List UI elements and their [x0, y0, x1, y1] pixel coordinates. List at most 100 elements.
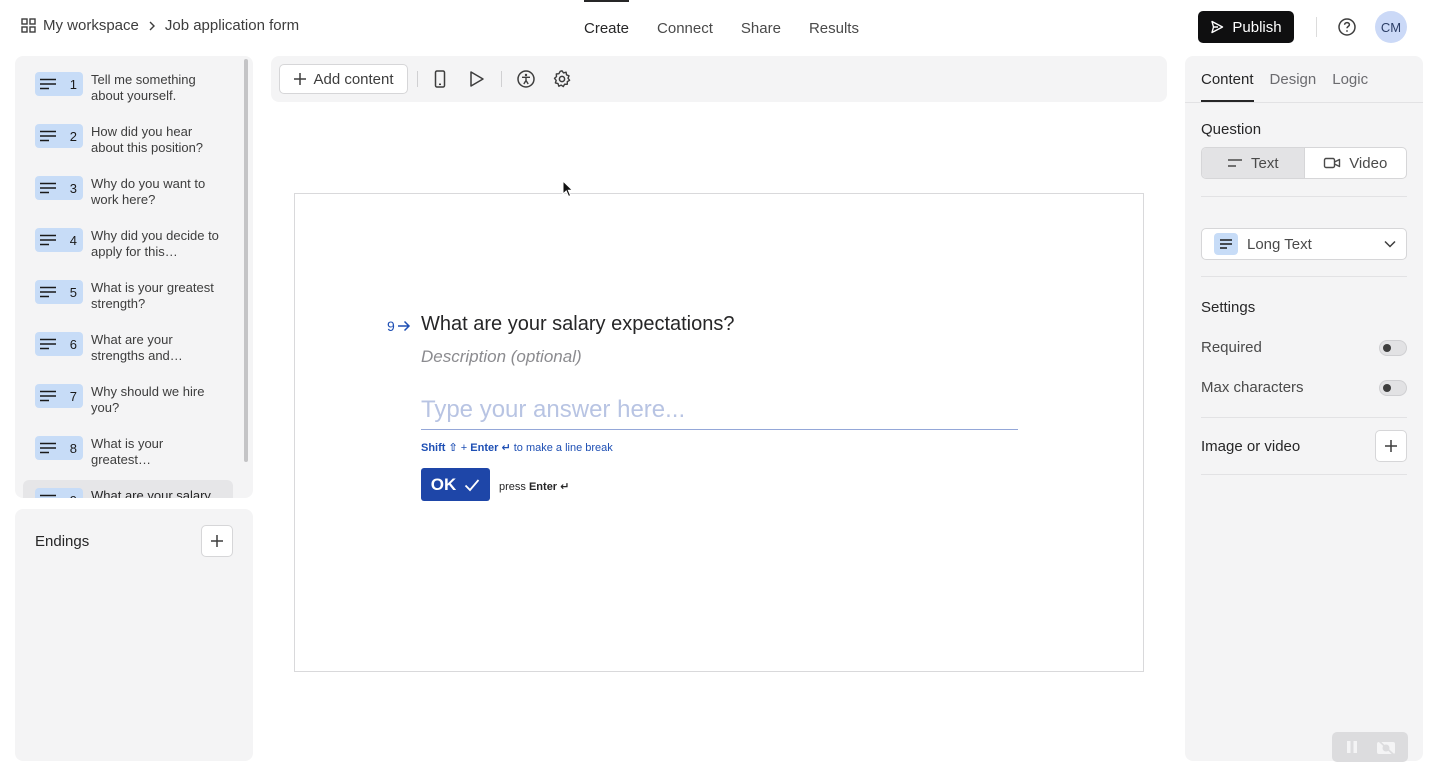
question-number: 7: [69, 388, 77, 404]
question-item-2[interactable]: 2 How did you hear about this position?: [23, 110, 233, 162]
text-lines-icon: [1227, 158, 1243, 168]
breadcrumb-workspace-link[interactable]: My workspace: [43, 17, 139, 34]
question-badge: 1: [35, 72, 83, 96]
preview-number-text: 9: [387, 318, 395, 334]
long-text-icon: [1214, 233, 1238, 255]
tab-design[interactable]: Design: [1270, 56, 1317, 102]
divider: [1201, 474, 1407, 475]
grid-icon[interactable]: [21, 18, 36, 33]
long-text-icon: [39, 286, 57, 298]
preview-answer-field[interactable]: Type your answer here...: [421, 392, 1018, 430]
question-item-7[interactable]: 7 Why should we hire you?: [23, 370, 233, 422]
help-icon[interactable]: [1337, 17, 1357, 37]
long-text-icon: [39, 78, 57, 90]
question-item-1[interactable]: 1 Tell me something about yourself.: [23, 58, 233, 110]
toolbar-divider: [501, 71, 502, 87]
question-mode-toggle: Text Video: [1201, 147, 1407, 179]
questions-scrollbar[interactable]: [244, 59, 248, 462]
long-text-icon: [39, 338, 57, 350]
question-item-5[interactable]: 5 What is your greatest strength?: [23, 266, 233, 318]
divider: [1185, 102, 1423, 103]
tab-logic[interactable]: Logic: [1332, 56, 1368, 102]
add-content-button[interactable]: Add content: [279, 64, 408, 94]
questions-panel: 1 Tell me something about yourself. 2 Ho…: [15, 56, 253, 498]
question-badge: 3: [35, 176, 83, 200]
question-number: 4: [69, 232, 77, 248]
question-section-label: Question: [1201, 121, 1262, 138]
press-prefix: press: [499, 481, 529, 493]
question-badge: 6: [35, 332, 83, 356]
divider: [1201, 417, 1407, 418]
question-badge: 2: [35, 124, 83, 148]
chevron-right-icon: [148, 21, 156, 31]
required-setting: Required: [1201, 339, 1407, 356]
hint-enter: Enter ↵: [470, 442, 511, 454]
divider: [1201, 276, 1407, 277]
question-badge: 8: [35, 436, 83, 460]
question-number: 8: [69, 440, 77, 456]
camera-off-icon[interactable]: [1375, 738, 1397, 756]
ok-button[interactable]: OK: [421, 468, 490, 501]
question-badge: 4: [35, 228, 83, 252]
add-ending-button[interactable]: [201, 525, 233, 557]
mobile-icon[interactable]: [433, 69, 447, 89]
ok-label: OK: [430, 474, 457, 494]
mode-video-option[interactable]: Video: [1305, 148, 1407, 178]
question-title: How did you hear about this position?: [91, 124, 204, 155]
recording-controls: [1332, 732, 1408, 762]
preview-description-field[interactable]: Description (optional): [421, 347, 582, 367]
question-title: Why did you decide to apply for this…: [91, 228, 219, 259]
tab-share[interactable]: Share: [727, 0, 795, 56]
question-title: What are your salary expectations?: [91, 488, 211, 498]
long-text-icon: [39, 234, 57, 246]
tab-results[interactable]: Results: [795, 0, 873, 56]
send-icon: [1210, 20, 1224, 34]
question-item-8[interactable]: 8 What is your greatest…: [23, 422, 233, 474]
divider: [1201, 196, 1407, 197]
question-badge: 9: [35, 488, 83, 498]
question-title: What are your strengths and…: [91, 332, 183, 363]
question-item-4[interactable]: 4 Why did you decide to apply for this…: [23, 214, 233, 266]
question-number: 1: [69, 76, 77, 92]
question-title: Tell me something about yourself.: [91, 72, 196, 103]
breadcrumb-form-name[interactable]: Job application form: [165, 17, 299, 34]
question-item-9[interactable]: 9 What are your salary expectations?: [23, 480, 233, 498]
publish-button[interactable]: Publish: [1198, 11, 1294, 43]
question-type-select[interactable]: Long Text: [1201, 228, 1407, 260]
tab-content[interactable]: Content: [1201, 56, 1254, 102]
required-toggle[interactable]: [1379, 339, 1407, 356]
max-characters-toggle[interactable]: [1379, 379, 1407, 396]
form-preview: 9 What are your salary expectations? Des…: [294, 193, 1144, 672]
question-item-3[interactable]: 3 Why do you want to work here?: [23, 162, 233, 214]
question-item-6[interactable]: 6 What are your strengths and…: [23, 318, 233, 370]
endings-panel: Endings: [15, 509, 253, 761]
hint-plus: +: [457, 442, 471, 454]
accessibility-icon[interactable]: [516, 69, 536, 89]
avatar[interactable]: CM: [1375, 11, 1407, 43]
image-video-label: Image or video: [1201, 438, 1301, 455]
question-badge: 5: [35, 280, 83, 304]
endings-label: Endings: [35, 533, 90, 550]
tab-connect[interactable]: Connect: [643, 0, 727, 56]
line-break-hint: Shift ⇧ + Enter ↵ to make a line break: [421, 441, 613, 454]
add-image-video-button[interactable]: [1375, 430, 1407, 462]
hint-shift: Shift ⇧: [421, 442, 458, 454]
mode-text-option[interactable]: Text: [1202, 148, 1305, 178]
question-number: 2: [69, 128, 77, 144]
plus-icon: [1384, 439, 1398, 453]
question-number: 6: [69, 336, 77, 352]
settings-icon[interactable]: [552, 69, 572, 89]
toolbar-divider: [417, 71, 418, 87]
long-text-icon: [39, 390, 57, 402]
pause-icon[interactable]: [1343, 739, 1361, 755]
max-characters-setting: Max characters: [1201, 379, 1407, 396]
top-bar: My workspace Job application form Create…: [0, 0, 1434, 56]
tab-create[interactable]: Create: [570, 0, 643, 56]
question-badge: 7: [35, 384, 83, 408]
play-icon[interactable]: [468, 69, 486, 89]
long-text-icon: [39, 494, 57, 498]
preview-question-title[interactable]: What are your salary expectations?: [421, 313, 735, 336]
long-text-icon: [39, 130, 57, 142]
press-enter: Enter ↵: [528, 481, 570, 493]
check-icon: [464, 478, 480, 492]
